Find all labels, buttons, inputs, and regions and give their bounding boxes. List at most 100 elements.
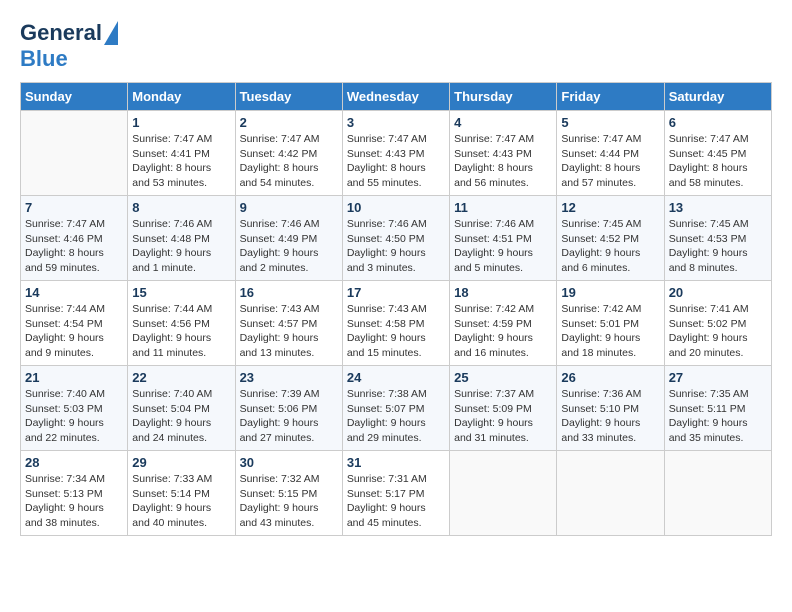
day-number: 16	[240, 285, 338, 300]
calendar-cell: 4 Sunrise: 7:47 AMSunset: 4:43 PMDaylight…	[450, 111, 557, 196]
day-number: 6	[669, 115, 767, 130]
day-number: 20	[669, 285, 767, 300]
day-info: Sunrise: 7:42 AMSunset: 5:01 PMDaylight:…	[561, 302, 659, 361]
day-number: 18	[454, 285, 552, 300]
calendar-week-row: 21Sunrise: 7:40 AMSunset: 5:03 PMDayligh…	[21, 366, 772, 451]
calendar-cell: 7 Sunrise: 7:47 AMSunset: 4:46 PMDaylight…	[21, 196, 128, 281]
calendar-cell: 21Sunrise: 7:40 AMSunset: 5:03 PMDayligh…	[21, 366, 128, 451]
day-info: Sunrise: 7:34 AMSunset: 5:13 PMDaylight:…	[25, 472, 123, 531]
day-info: Sunrise: 7:43 AMSunset: 4:57 PMDaylight:…	[240, 302, 338, 361]
day-number: 26	[561, 370, 659, 385]
day-number: 25	[454, 370, 552, 385]
calendar-table: SundayMondayTuesdayWednesdayThursdayFrid…	[20, 82, 772, 536]
day-number: 24	[347, 370, 445, 385]
day-number: 28	[25, 455, 123, 470]
calendar-cell: 17 Sunrise: 7:43 AMSunset: 4:58 PMDayligh…	[342, 281, 449, 366]
day-number: 31	[347, 455, 445, 470]
day-number: 15	[132, 285, 230, 300]
day-info: Sunrise: 7:44 AMSunset: 4:56 PMDaylight:…	[132, 302, 230, 361]
day-number: 11	[454, 200, 552, 215]
calendar-header-monday: Monday	[128, 83, 235, 111]
day-number: 3	[347, 115, 445, 130]
day-info: Sunrise: 7:39 AMSunset: 5:06 PMDaylight:…	[240, 387, 338, 446]
calendar-week-row: 1Sunrise: 7:47 AMSunset: 4:41 PMDaylight…	[21, 111, 772, 196]
day-number: 17	[347, 285, 445, 300]
logo-blue-text: Blue	[20, 46, 68, 71]
day-info: Sunrise: 7:44 AMSunset: 4:54 PMDaylight:…	[25, 302, 123, 361]
logo-arrow-icon	[104, 21, 118, 45]
day-number: 7	[25, 200, 123, 215]
calendar-cell: 30Sunrise: 7:32 AMSunset: 5:15 PMDayligh…	[235, 451, 342, 536]
calendar-cell: 12Sunrise: 7:45 AMSunset: 4:52 PMDayligh…	[557, 196, 664, 281]
calendar-cell: 25 Sunrise: 7:37 AMSunset: 5:09 PMDayligh…	[450, 366, 557, 451]
day-number: 27	[669, 370, 767, 385]
calendar-cell: 3Sunrise: 7:47 AMSunset: 4:43 PMDaylight…	[342, 111, 449, 196]
day-info: Sunrise: 7:40 AMSunset: 5:04 PMDaylight:…	[132, 387, 230, 446]
calendar-cell: 9Sunrise: 7:46 AMSunset: 4:49 PMDaylight…	[235, 196, 342, 281]
calendar-week-row: 7 Sunrise: 7:47 AMSunset: 4:46 PMDaylight…	[21, 196, 772, 281]
day-number: 5	[561, 115, 659, 130]
calendar-cell	[557, 451, 664, 536]
calendar-cell: 1Sunrise: 7:47 AMSunset: 4:41 PMDaylight…	[128, 111, 235, 196]
day-number: 2	[240, 115, 338, 130]
calendar-header-thursday: Thursday	[450, 83, 557, 111]
calendar-cell: 20Sunrise: 7:41 AMSunset: 5:02 PMDayligh…	[664, 281, 771, 366]
calendar-cell: 27Sunrise: 7:35 AMSunset: 5:11 PMDayligh…	[664, 366, 771, 451]
day-info: Sunrise: 7:43 AMSunset: 4:58 PMDaylight:…	[347, 302, 445, 361]
day-number: 1	[132, 115, 230, 130]
day-number: 29	[132, 455, 230, 470]
day-number: 12	[561, 200, 659, 215]
calendar-week-row: 28 Sunrise: 7:34 AMSunset: 5:13 PMDayligh…	[21, 451, 772, 536]
calendar-header-saturday: Saturday	[664, 83, 771, 111]
day-number: 8	[132, 200, 230, 215]
calendar-cell: 10 Sunrise: 7:46 AMSunset: 4:50 PMDayligh…	[342, 196, 449, 281]
calendar-cell: 11 Sunrise: 7:46 AMSunset: 4:51 PMDayligh…	[450, 196, 557, 281]
calendar-cell: 6 Sunrise: 7:47 AMSunset: 4:45 PMDaylight…	[664, 111, 771, 196]
calendar-cell: 16 Sunrise: 7:43 AMSunset: 4:57 PMDayligh…	[235, 281, 342, 366]
day-info: Sunrise: 7:47 AMSunset: 4:45 PMDaylight:…	[669, 132, 767, 191]
calendar-week-row: 14Sunrise: 7:44 AMSunset: 4:54 PMDayligh…	[21, 281, 772, 366]
calendar-cell: 31 Sunrise: 7:31 AMSunset: 5:17 PMDayligh…	[342, 451, 449, 536]
calendar-header-friday: Friday	[557, 83, 664, 111]
logo-general-text: General	[20, 20, 102, 46]
calendar-cell: 2 Sunrise: 7:47 AMSunset: 4:42 PMDaylight…	[235, 111, 342, 196]
day-number: 23	[240, 370, 338, 385]
calendar-cell: 22 Sunrise: 7:40 AMSunset: 5:04 PMDayligh…	[128, 366, 235, 451]
calendar-header-tuesday: Tuesday	[235, 83, 342, 111]
day-info: Sunrise: 7:46 AMSunset: 4:51 PMDaylight:…	[454, 217, 552, 276]
day-number: 19	[561, 285, 659, 300]
day-info: Sunrise: 7:46 AMSunset: 4:49 PMDaylight:…	[240, 217, 338, 276]
calendar-cell	[664, 451, 771, 536]
day-info: Sunrise: 7:47 AMSunset: 4:42 PMDaylight:…	[240, 132, 338, 191]
calendar-cell: 14Sunrise: 7:44 AMSunset: 4:54 PMDayligh…	[21, 281, 128, 366]
calendar-cell: 24Sunrise: 7:38 AMSunset: 5:07 PMDayligh…	[342, 366, 449, 451]
day-number: 21	[25, 370, 123, 385]
day-info: Sunrise: 7:47 AMSunset: 4:43 PMDaylight:…	[454, 132, 552, 191]
day-info: Sunrise: 7:47 AMSunset: 4:44 PMDaylight:…	[561, 132, 659, 191]
day-info: Sunrise: 7:47 AMSunset: 4:46 PMDaylight:…	[25, 217, 123, 276]
calendar-cell: 28 Sunrise: 7:34 AMSunset: 5:13 PMDayligh…	[21, 451, 128, 536]
calendar-cell: 5 Sunrise: 7:47 AMSunset: 4:44 PMDaylight…	[557, 111, 664, 196]
calendar-cell	[450, 451, 557, 536]
day-info: Sunrise: 7:31 AMSunset: 5:17 PMDaylight:…	[347, 472, 445, 531]
day-info: Sunrise: 7:36 AMSunset: 5:10 PMDaylight:…	[561, 387, 659, 446]
calendar-body: 1Sunrise: 7:47 AMSunset: 4:41 PMDaylight…	[21, 111, 772, 536]
day-number: 10	[347, 200, 445, 215]
page-header: General Blue	[20, 20, 772, 72]
day-info: Sunrise: 7:46 AMSunset: 4:50 PMDaylight:…	[347, 217, 445, 276]
day-info: Sunrise: 7:46 AMSunset: 4:48 PMDaylight:…	[132, 217, 230, 276]
day-number: 22	[132, 370, 230, 385]
day-info: Sunrise: 7:37 AMSunset: 5:09 PMDaylight:…	[454, 387, 552, 446]
day-info: Sunrise: 7:45 AMSunset: 4:53 PMDaylight:…	[669, 217, 767, 276]
day-number: 4	[454, 115, 552, 130]
day-info: Sunrise: 7:32 AMSunset: 5:15 PMDaylight:…	[240, 472, 338, 531]
calendar-cell: 23 Sunrise: 7:39 AMSunset: 5:06 PMDayligh…	[235, 366, 342, 451]
logo: General Blue	[20, 20, 118, 72]
calendar-cell	[21, 111, 128, 196]
calendar-cell: 13Sunrise: 7:45 AMSunset: 4:53 PMDayligh…	[664, 196, 771, 281]
calendar-header-row: SundayMondayTuesdayWednesdayThursdayFrid…	[21, 83, 772, 111]
calendar-header-sunday: Sunday	[21, 83, 128, 111]
day-info: Sunrise: 7:33 AMSunset: 5:14 PMDaylight:…	[132, 472, 230, 531]
calendar-cell: 19 Sunrise: 7:42 AMSunset: 5:01 PMDayligh…	[557, 281, 664, 366]
calendar-cell: 18Sunrise: 7:42 AMSunset: 4:59 PMDayligh…	[450, 281, 557, 366]
